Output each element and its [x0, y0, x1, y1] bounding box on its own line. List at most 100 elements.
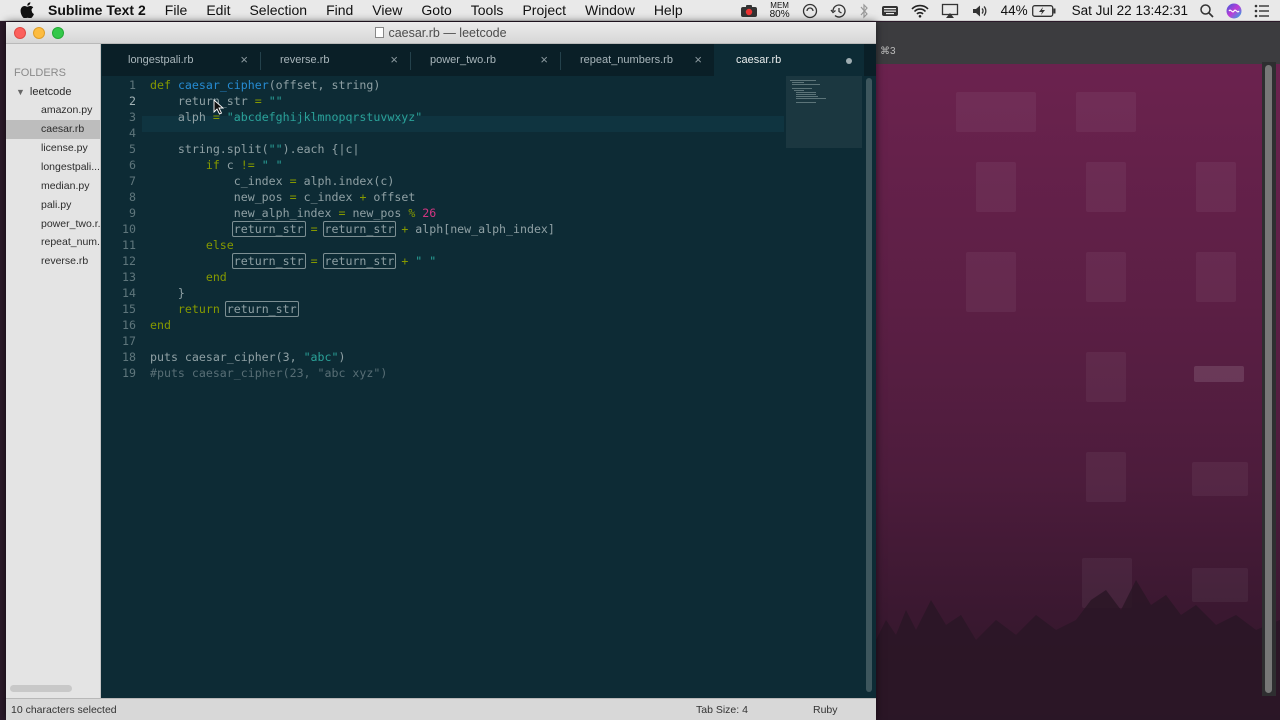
scrollbar-thumb[interactable] — [866, 78, 872, 692]
menu-project[interactable]: Project — [522, 2, 566, 18]
menu-selection[interactable]: Selection — [249, 2, 307, 18]
sidebar-file[interactable]: amazon.py — [6, 101, 100, 120]
menu-file[interactable]: File — [165, 2, 188, 18]
code-line: new_pos = c_index + offset — [150, 190, 416, 204]
desktop-file-ghost — [1194, 366, 1244, 382]
desktop-file-ghost — [976, 162, 1016, 212]
apple-logo-icon[interactable] — [20, 2, 34, 18]
code-line: end — [150, 318, 171, 332]
line-number: 4 — [129, 126, 136, 140]
memory-meter[interactable]: MEM 80% — [769, 1, 790, 20]
menu-edit[interactable]: Edit — [206, 2, 230, 18]
close-tab-icon[interactable]: × — [694, 44, 702, 76]
code-token: new_alph_index — [233, 206, 332, 220]
number-token: 26 — [422, 206, 437, 220]
disclosure-triangle-icon[interactable]: ▼ — [16, 87, 25, 97]
code-line: end — [150, 270, 227, 284]
string-token: " " — [261, 158, 283, 172]
sidebar-file[interactable]: pali.py — [6, 196, 100, 215]
code-token: ) — [338, 350, 346, 364]
tab-reverse[interactable]: reverse.rb × — [260, 44, 406, 76]
spotlight-search-icon[interactable] — [1200, 3, 1214, 18]
status-bar: 10 characters selected Tab Size: 4 Ruby — [6, 698, 876, 720]
tab-longestpali[interactable]: longestpali.rb × — [108, 44, 256, 76]
folder-leetcode[interactable]: ▼ leetcode — [16, 86, 72, 98]
desktop-file-ghost — [1192, 462, 1248, 496]
code-token: c_index — [303, 190, 353, 204]
close-tab-icon[interactable]: × — [240, 44, 248, 76]
operator-token: = — [338, 206, 346, 220]
line-number: 3 — [129, 110, 136, 124]
desktop-scrollbar[interactable] — [1262, 62, 1276, 696]
menu-window[interactable]: Window — [585, 2, 635, 18]
battery-charging-icon[interactable] — [1031, 4, 1056, 17]
selection-match-highlight: return_str — [322, 253, 397, 269]
notification-center-icon[interactable] — [1254, 4, 1270, 18]
selection-match-highlight: return_str — [231, 221, 306, 237]
line-number: 8 — [129, 190, 136, 204]
tab-power-two[interactable]: power_two.rb × — [410, 44, 556, 76]
status-menus: MEM 80% 44% Sat Jul 22 13:42:31 — [728, 0, 1280, 21]
app-name-menu[interactable]: Sublime Text 2 — [48, 2, 146, 18]
minimap-line — [796, 102, 816, 103]
selection-match-highlight: return_str — [231, 253, 306, 269]
selection-match-highlight: return_str — [322, 221, 397, 237]
sidebar-file-active[interactable]: caesar.rb — [6, 120, 100, 139]
sidebar-file[interactable]: median.py — [6, 177, 100, 196]
camera-record-icon[interactable] — [740, 4, 758, 18]
menu-goto[interactable]: Goto — [421, 2, 451, 18]
battery-percent[interactable]: 44% — [1001, 3, 1028, 18]
document-icon — [375, 27, 385, 38]
code-token: } — [177, 286, 185, 300]
minimap-viewport[interactable] — [786, 76, 862, 148]
keyword-token: if — [205, 158, 220, 172]
menu-view[interactable]: View — [372, 2, 402, 18]
code-token: string.split( — [177, 142, 269, 156]
sidebar-file[interactable]: longestpali... — [6, 158, 100, 177]
string-token: "abcdefghijklmnopqrstuvwxyz" — [226, 110, 423, 124]
code-token: alph — [177, 110, 206, 124]
clock[interactable]: Sat Jul 22 13:42:31 — [1072, 3, 1188, 18]
editor-scrollbar[interactable] — [864, 76, 876, 698]
sidebar-scrollbar[interactable] — [10, 685, 72, 692]
sidebar-file[interactable]: license.py — [6, 139, 100, 158]
menu-tools[interactable]: Tools — [471, 2, 504, 18]
minimap[interactable] — [784, 76, 864, 698]
operator-token: = — [254, 94, 262, 108]
tab-size-selector[interactable]: Tab Size: 4 — [696, 704, 748, 716]
time-machine-icon[interactable] — [830, 3, 847, 19]
code-token: c — [226, 158, 234, 172]
airplay-icon[interactable] — [941, 3, 959, 19]
menu-find[interactable]: Find — [326, 2, 353, 18]
code-line: alph = "abcdefghijklmnopqrstuvwxyz" — [150, 110, 422, 124]
menu-help[interactable]: Help — [654, 2, 683, 18]
desktop-file-ghost — [966, 252, 1016, 312]
line-number: 19 — [122, 366, 136, 380]
sidebar-file[interactable]: reverse.rb — [6, 252, 100, 271]
tab-label: longestpali.rb — [128, 54, 194, 66]
sidebar-file[interactable]: power_two.r... — [6, 215, 100, 234]
keyboard-icon[interactable] — [881, 4, 899, 18]
code-token: (offset, string) — [268, 78, 381, 92]
close-tab-icon[interactable]: × — [540, 44, 548, 76]
selection-match-highlight: return_str — [224, 301, 299, 317]
tab-repeat-numbers[interactable]: repeat_numbers.rb × — [560, 44, 710, 76]
sidebar-file[interactable]: repeat_num... — [6, 233, 100, 252]
code-editor[interactable]: 1 2 3 4 5 6 7 8 9 10 11 12 13 14 15 16 1… — [102, 76, 784, 698]
code-token: alph.index(c) — [303, 174, 395, 188]
volume-icon[interactable] — [971, 3, 989, 19]
memory-value: 80% — [769, 8, 790, 20]
wifi-icon[interactable] — [911, 4, 929, 18]
unsaved-dot-icon[interactable] — [846, 58, 852, 64]
tab-caesar-active[interactable]: caesar.rb — [714, 44, 864, 76]
close-tab-icon[interactable]: × — [390, 44, 398, 76]
sync-icon[interactable] — [802, 3, 818, 19]
bluetooth-icon[interactable] — [859, 3, 869, 19]
siri-icon[interactable] — [1226, 3, 1242, 19]
keyword-token: else — [205, 238, 234, 252]
syntax-selector[interactable]: Ruby — [813, 704, 838, 716]
desktop-file-ghost — [1196, 162, 1236, 212]
sublime-window: caesar.rb — leetcode FOLDERS ▼ leetcode … — [6, 22, 876, 720]
space-label: ⌘3 — [880, 46, 896, 57]
window-titlebar[interactable]: caesar.rb — leetcode — [6, 22, 876, 44]
